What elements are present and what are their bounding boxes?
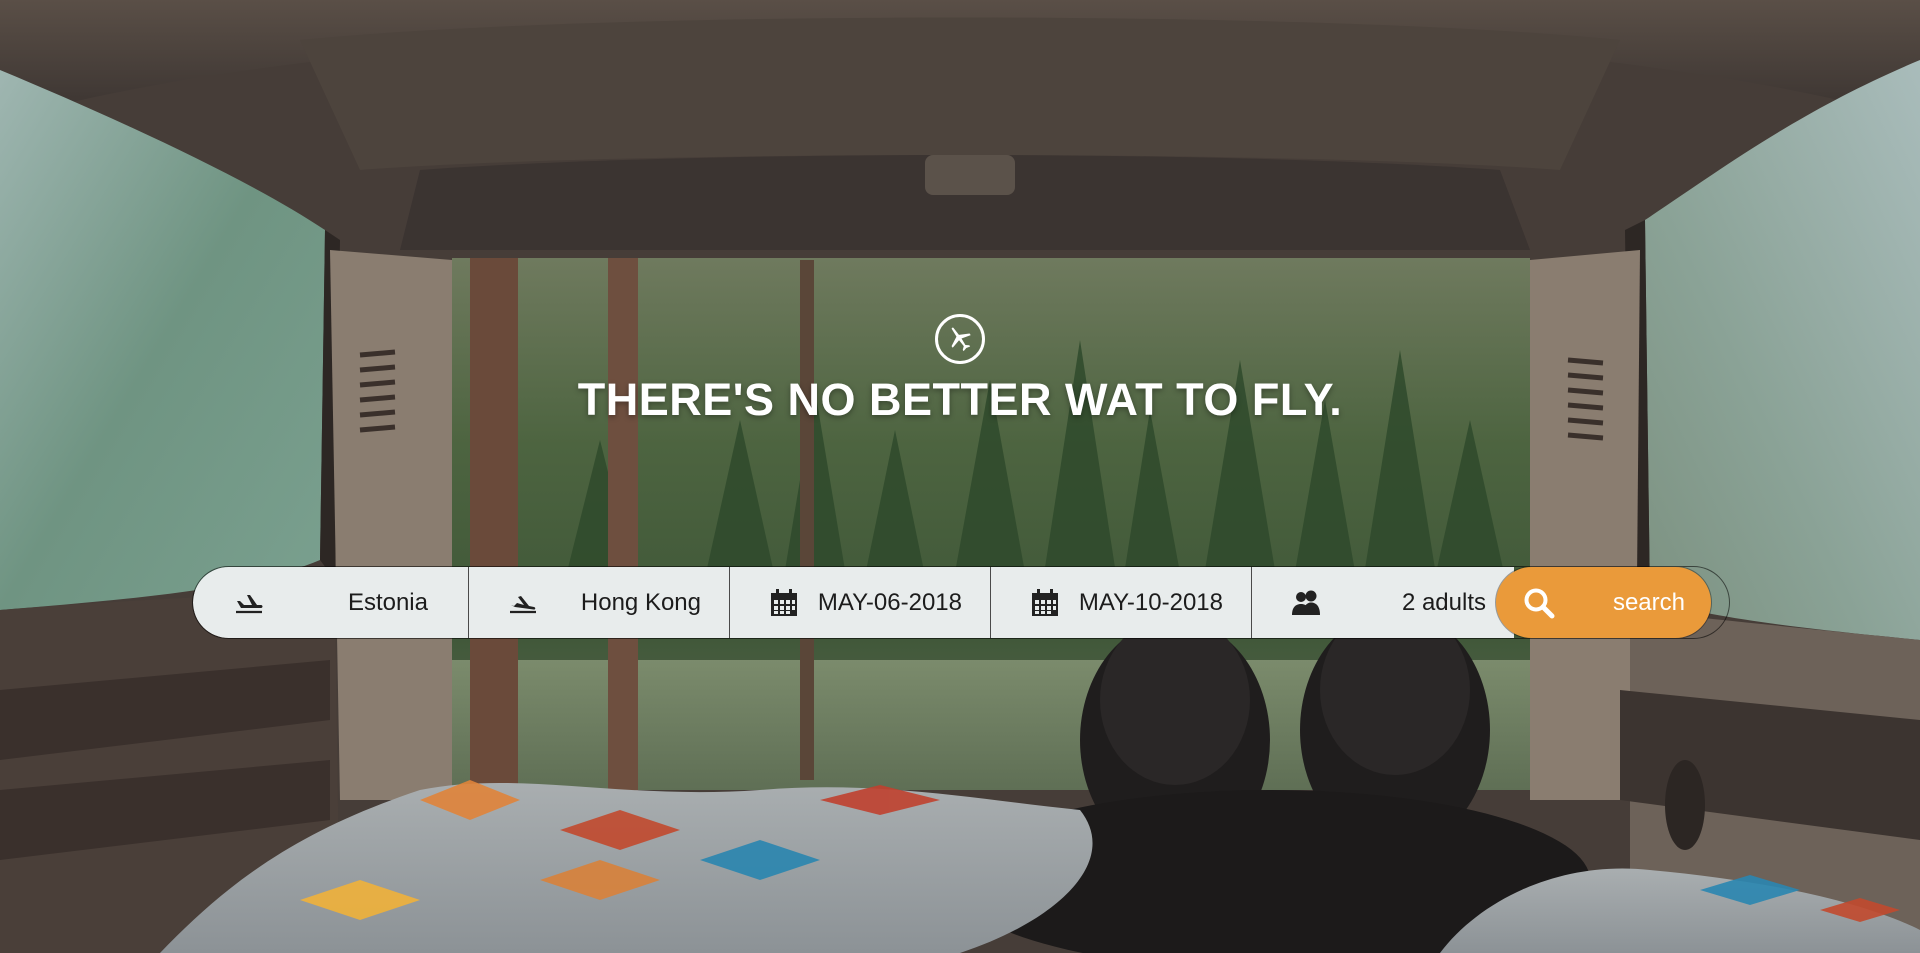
return-date-field[interactable]: MAY-10-2018 <box>991 567 1252 638</box>
origin-field[interactable]: Estonia <box>193 567 469 638</box>
depart-date-field[interactable]: MAY-06-2018 <box>730 567 991 638</box>
people-icon <box>1290 587 1322 619</box>
passengers-field[interactable]: 2 adults <box>1252 567 1514 638</box>
search-icon <box>1522 586 1556 620</box>
search-button-label: search <box>1612 588 1685 616</box>
calendar-icon <box>768 587 800 619</box>
headline-block: THERE'S NO BETTER WAT TO FLY. <box>0 314 1920 426</box>
passengers-value: 2 adults <box>1401 588 1486 616</box>
plane-arrival-icon <box>507 587 539 619</box>
hero-background-image <box>0 0 1920 953</box>
airplane-icon <box>935 314 985 364</box>
destination-field[interactable]: Hong Kong <box>469 567 730 638</box>
destination-value: Hong Kong <box>580 588 701 616</box>
flight-search-bar: Estonia Hong Kong MAY-06-2018 MAY-10-201… <box>193 567 1729 638</box>
search-button[interactable]: search <box>1496 567 1711 638</box>
hero-section: THERE'S NO BETTER WAT TO FLY. Estonia Ho… <box>0 0 1920 953</box>
origin-value: Estonia <box>347 588 428 616</box>
page-title: THERE'S NO BETTER WAT TO FLY. <box>577 374 1343 425</box>
calendar-icon <box>1029 587 1061 619</box>
return-date-value: MAY-10-2018 <box>1078 588 1223 616</box>
plane-departure-icon <box>233 587 265 619</box>
depart-date-value: MAY-06-2018 <box>817 588 962 616</box>
